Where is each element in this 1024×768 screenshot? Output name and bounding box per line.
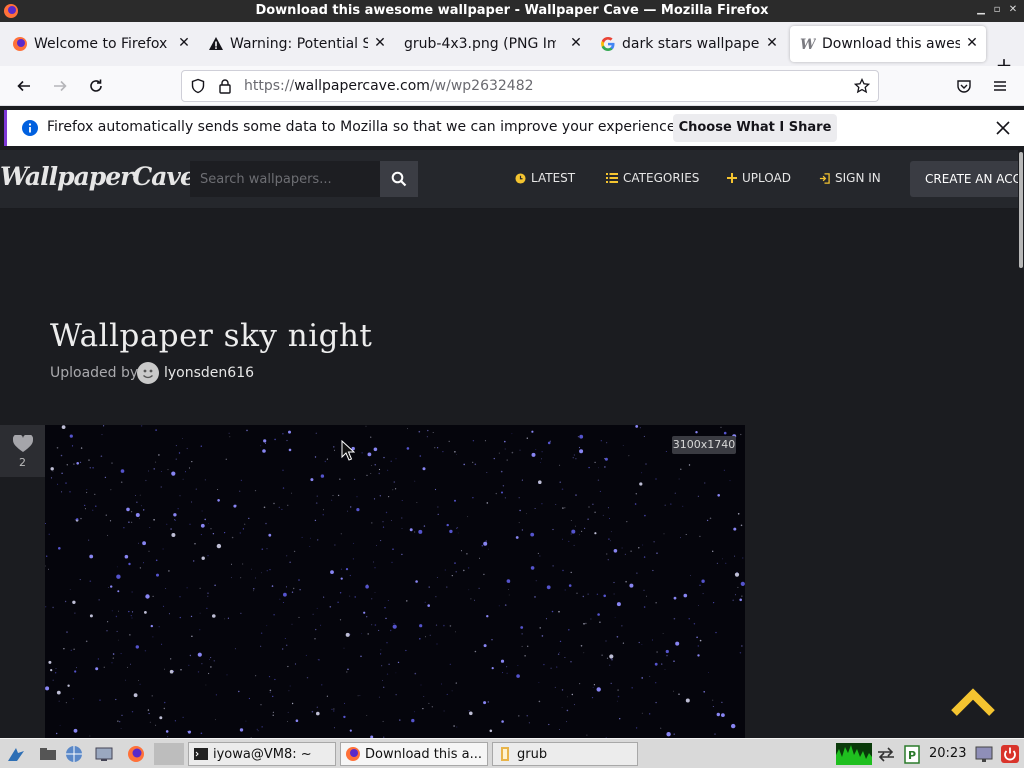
file-manager-icon[interactable] xyxy=(38,744,58,764)
heart-icon xyxy=(13,435,33,452)
task-terminal[interactable]: iyowa@VM8: ~ xyxy=(188,742,336,766)
minimize-button[interactable]: ▁ xyxy=(974,3,988,17)
nav-latest[interactable]: LATEST xyxy=(515,171,575,185)
like-button[interactable]: 2 xyxy=(0,425,45,477)
firefox-launcher-icon[interactable] xyxy=(126,744,146,764)
tab-label: Download this awesom xyxy=(822,36,960,52)
data-collection-notification: Firefox automatically sends some data to… xyxy=(4,110,1024,146)
reload-icon xyxy=(90,79,102,92)
reload-button[interactable] xyxy=(84,74,108,98)
folder-icon xyxy=(501,747,509,761)
firefox-icon xyxy=(346,747,360,761)
pocket-button[interactable] xyxy=(952,74,976,98)
tab-label: Warning: Potential Se xyxy=(230,36,368,52)
uploader-link[interactable]: lyonsden616 xyxy=(164,365,254,381)
menu-button[interactable] xyxy=(988,74,1012,98)
scrollbar-thumb[interactable] xyxy=(1019,152,1023,268)
maximize-button[interactable]: ▫ xyxy=(990,3,1004,17)
svg-text:W: W xyxy=(800,37,816,52)
wallpaper-image[interactable] xyxy=(45,425,745,738)
navigation-bar: https://wallpapercave.com/w/wp2632482 xyxy=(0,66,1024,106)
starfield xyxy=(45,425,745,738)
clipboard-icon[interactable]: P xyxy=(902,744,922,764)
page-title: Wallpaper sky night xyxy=(50,318,373,354)
back-button[interactable] xyxy=(12,74,36,98)
close-tab-icon[interactable]: ✕ xyxy=(568,35,584,51)
terminal-icon xyxy=(194,748,208,760)
close-tab-icon[interactable]: ✕ xyxy=(764,35,780,51)
close-tab-icon[interactable]: ✕ xyxy=(964,35,980,51)
arrow-right-icon xyxy=(54,80,67,92)
search-icon xyxy=(391,171,407,187)
mouse-cursor-icon xyxy=(341,440,355,461)
search-input[interactable] xyxy=(190,161,380,197)
create-account-button[interactable]: CREATE AN ACCOUNT xyxy=(910,161,1018,197)
svg-text:P: P xyxy=(908,749,916,762)
taskbar-spacer xyxy=(154,743,184,765)
close-icon[interactable] xyxy=(993,118,1013,138)
close-window-button[interactable]: ✕ xyxy=(1006,3,1020,17)
shield-icon[interactable] xyxy=(190,78,206,94)
list-icon xyxy=(606,173,618,183)
window-titlebar: Download this awesome wallpaper - Wallpa… xyxy=(0,0,1024,22)
tab-google-search[interactable]: dark stars wallpaper ✕ xyxy=(590,26,786,62)
google-icon xyxy=(601,37,615,51)
warning-icon xyxy=(209,37,223,50)
network-transfer-icon xyxy=(878,747,894,762)
nav-categories[interactable]: CATEGORIES xyxy=(606,171,699,185)
forward-button[interactable] xyxy=(48,74,72,98)
scroll-to-top-icon[interactable] xyxy=(950,686,996,718)
lock-icon[interactable] xyxy=(218,78,232,94)
tab-strip: Welcome to Firefox ✕ Warning: Potential … xyxy=(0,22,1024,76)
power-icon[interactable] xyxy=(1000,744,1020,764)
site-logo[interactable]: WallpaperCave xyxy=(0,162,196,191)
url-bar[interactable]: https://wallpapercave.com/w/wp2632482 xyxy=(181,70,879,102)
wallpapercave-icon: W xyxy=(800,37,816,52)
tab-label: grub-4x3.png (PNG Imag xyxy=(404,36,556,52)
clock-icon xyxy=(515,172,526,184)
arrow-left-icon xyxy=(17,80,30,92)
screen-lock-icon[interactable] xyxy=(974,744,994,764)
network-icon[interactable] xyxy=(64,744,84,764)
nav-upload[interactable]: UPLOAD xyxy=(727,171,791,185)
search-button[interactable] xyxy=(380,161,418,197)
sign-in-icon xyxy=(819,172,830,184)
info-icon xyxy=(22,120,38,136)
clock[interactable]: 20:23 xyxy=(929,746,966,761)
nav-sign-in[interactable]: SIGN IN xyxy=(819,171,881,185)
tab-label: Welcome to Firefox xyxy=(34,36,168,52)
cpu-monitor-icon xyxy=(836,743,872,765)
tab-warning[interactable]: Warning: Potential Se ✕ xyxy=(198,26,394,62)
window-title: Download this awesome wallpaper - Wallpa… xyxy=(255,3,769,18)
show-desktop-icon[interactable] xyxy=(94,744,114,764)
firefox-icon xyxy=(13,37,27,51)
task-grub-folder[interactable]: grub xyxy=(492,742,638,766)
hamburger-menu-icon xyxy=(994,81,1006,91)
uploaded-by-label: Uploaded by xyxy=(50,365,139,381)
site-header: WallpaperCave LATEST CATEGORIES UPLOAD S… xyxy=(0,150,1018,209)
taskbar: iyowa@VM8: ~ Download this a... grub P 2… xyxy=(0,738,1024,768)
star-icon[interactable] xyxy=(854,78,870,94)
start-menu-icon[interactable] xyxy=(6,744,26,764)
task-firefox[interactable]: Download this a... xyxy=(340,742,488,766)
pocket-icon xyxy=(957,80,971,93)
notification-message: Firefox automatically sends some data to… xyxy=(47,119,680,135)
close-tab-icon[interactable]: ✕ xyxy=(372,35,388,51)
close-tab-icon[interactable]: ✕ xyxy=(176,35,192,51)
tab-welcome[interactable]: Welcome to Firefox ✕ xyxy=(2,26,198,62)
avatar[interactable] xyxy=(137,362,159,384)
choose-what-i-share-button[interactable]: Choose What I Share xyxy=(673,114,837,142)
plus-icon xyxy=(727,173,737,183)
url-text[interactable]: https://wallpapercave.com/w/wp2632482 xyxy=(244,78,534,94)
resolution-badge: 3100x1740 xyxy=(672,436,736,454)
like-count: 2 xyxy=(19,456,26,469)
tab-wallpapercave[interactable]: W Download this awesom ✕ xyxy=(790,26,986,62)
tab-label: dark stars wallpaper xyxy=(622,36,760,52)
tab-grub-png[interactable]: grub-4x3.png (PNG Imag ✕ xyxy=(394,26,590,62)
